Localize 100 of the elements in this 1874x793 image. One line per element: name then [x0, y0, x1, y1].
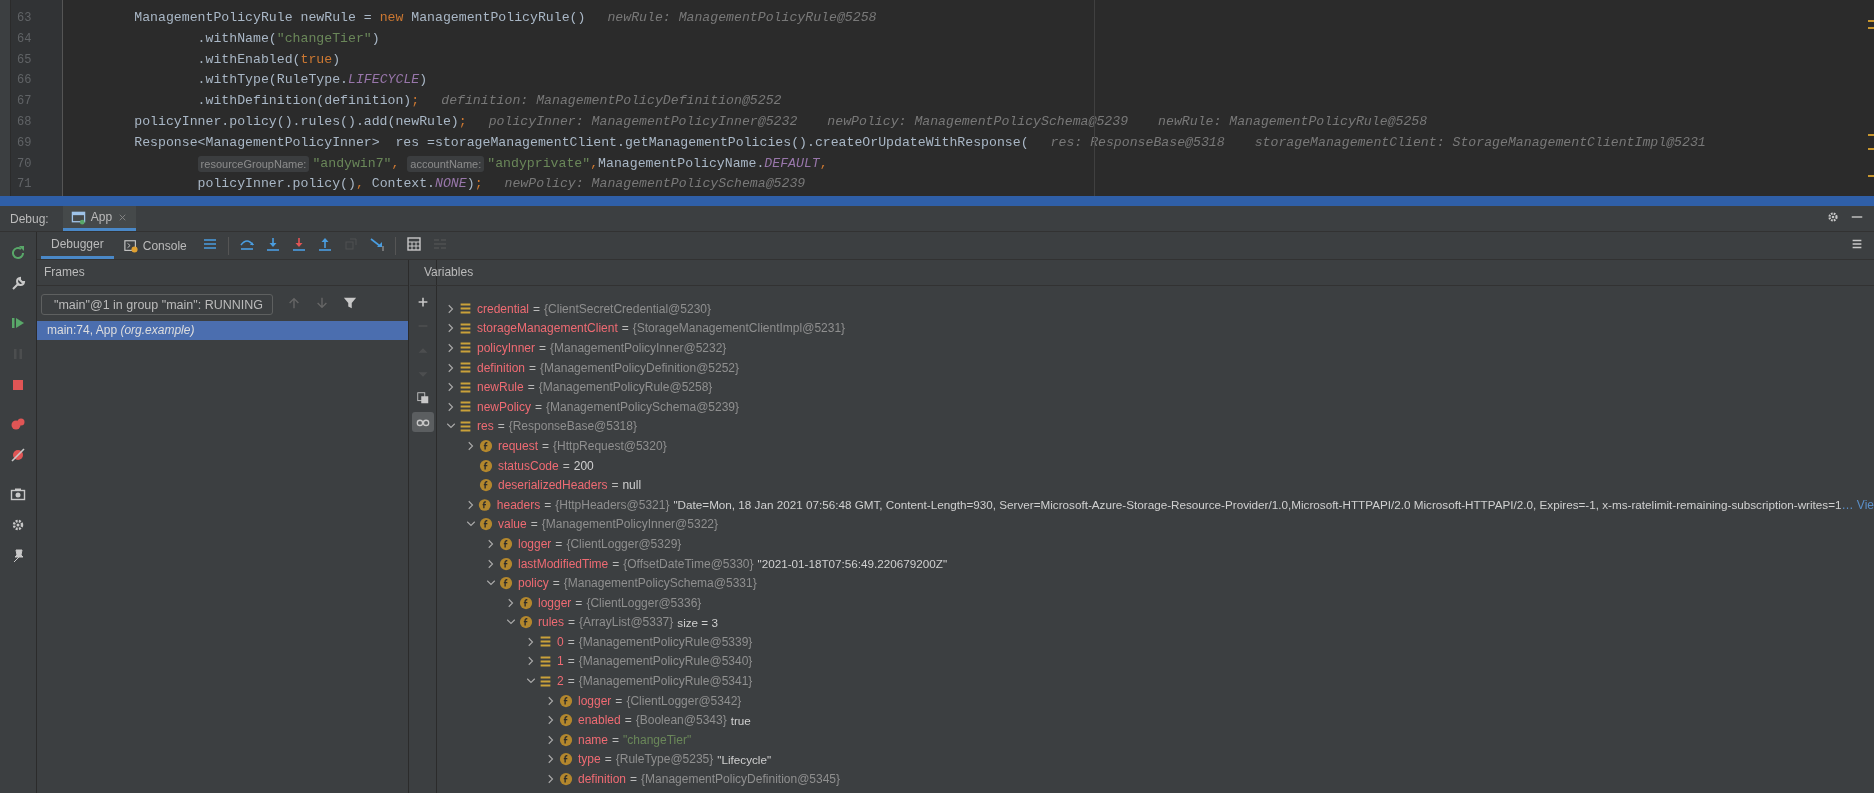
- rerun-icon[interactable]: [10, 245, 26, 261]
- settings-icon[interactable]: [10, 517, 26, 533]
- equals-sign: =: [552, 576, 560, 591]
- inline-value-hint: newRule: ManagementPolicyRule@5258: [1158, 113, 1428, 131]
- variable-icon: [459, 380, 472, 394]
- field-icon: [479, 478, 493, 493]
- code-constant: DEFAULT: [764, 154, 820, 173]
- step-out-icon[interactable]: [316, 236, 333, 252]
- force-step-into-icon[interactable]: [290, 236, 307, 252]
- equals-sign: =: [567, 674, 575, 689]
- menu-icon[interactable]: [1850, 237, 1864, 251]
- variable-value: {ManagementPolicyRule@5258}: [538, 380, 713, 395]
- value-text: size = 3: [677, 615, 718, 629]
- value-text: "2021-01-18T07:56:49.220679200Z": [757, 557, 948, 570]
- field-icon: [479, 438, 493, 453]
- equals-sign: =: [562, 458, 570, 473]
- field-icon: [559, 752, 573, 767]
- settings-icon[interactable]: [1826, 210, 1840, 224]
- variable-value: {RuleType@5235}: [615, 752, 714, 767]
- code-string: "andywin7": [312, 154, 392, 173]
- field-icon: [499, 536, 513, 551]
- code-keyword: ,: [391, 154, 401, 173]
- step-into-icon[interactable]: [264, 236, 281, 252]
- variable-value: {ManagementPolicySchema@5331}: [563, 576, 757, 591]
- code-string: "andyprivate": [487, 154, 591, 173]
- thread-dropdown[interactable]: "main"@1 in group "main": RUNNING: [41, 294, 273, 315]
- parameter-hint: accountName:: [407, 155, 485, 172]
- variable-value: {HttpRequest@5320}: [553, 438, 667, 453]
- menu-icon[interactable]: [201, 236, 218, 252]
- equals-sign: =: [612, 732, 620, 747]
- code-keyword: ;: [411, 92, 420, 111]
- window-icon: [70, 209, 86, 225]
- variable-value: "changeTier": [623, 732, 692, 747]
- variable-icon: [459, 361, 472, 375]
- variable-name: policy: [518, 576, 549, 591]
- equals-sign: =: [615, 693, 623, 708]
- calculator-icon[interactable]: [405, 236, 422, 252]
- code-text: .withName(: [197, 29, 277, 48]
- code-keyword: ,: [590, 154, 599, 173]
- code-text: ): [371, 29, 380, 48]
- variable-icon: [459, 302, 472, 316]
- variable-name: newRule: [477, 380, 524, 395]
- run-to-cursor-icon[interactable]: [368, 236, 385, 252]
- variable-value: {ClientLogger@5342}: [626, 693, 742, 708]
- variable-name: newPolicy: [477, 399, 532, 414]
- variable-value: {ManagementPolicySchema@5239}: [546, 399, 739, 414]
- code-text: ): [466, 175, 475, 194]
- resume-icon[interactable]: [10, 315, 26, 331]
- code-keyword: true: [300, 50, 333, 69]
- inline-value-hint: newRule: ManagementPolicyRule@5258: [607, 9, 877, 27]
- value-text: true: [730, 713, 751, 727]
- variable-icon: [539, 635, 552, 649]
- breakpoints-icon[interactable]: [10, 416, 26, 432]
- stop-icon[interactable]: [10, 377, 26, 393]
- variable-name: request: [498, 438, 539, 453]
- glasses-button[interactable]: [411, 412, 434, 432]
- variable-value: null: [622, 478, 642, 493]
- variable-icon: [459, 341, 472, 355]
- field-icon: [499, 556, 513, 571]
- panel-title: Variables: [424, 265, 474, 279]
- filter-icon[interactable]: [343, 296, 357, 310]
- variable-value: {ManagementPolicyInner@5322}: [541, 517, 718, 532]
- equals-sign: =: [530, 517, 538, 532]
- variable-icon: [459, 419, 472, 433]
- variable-name: logger: [518, 536, 552, 551]
- view-link[interactable]: … Vie: [1841, 497, 1874, 512]
- inline-value-hint: policyInner: ManagementPolicyInner@5232: [488, 113, 798, 131]
- variable-name: definition: [477, 360, 526, 375]
- equals-sign: =: [555, 536, 563, 551]
- debugger-tab[interactable]: Debugger: [41, 232, 114, 259]
- code-text: Context.: [370, 175, 436, 194]
- wrench-icon[interactable]: [10, 276, 26, 292]
- variable-name: headers: [496, 497, 541, 512]
- stack-frame[interactable]: main:74, App (org.example): [37, 321, 408, 340]
- equals-sign: =: [612, 556, 620, 571]
- field-icon: [479, 517, 493, 532]
- variable-name: 1: [557, 654, 564, 669]
- variable-value: {ManagementPolicyRule@5339}: [578, 634, 753, 649]
- equals-sign: =: [497, 419, 505, 434]
- field-icon: [559, 693, 573, 708]
- code-text: ): [419, 71, 428, 90]
- mute-breakpoints-icon[interactable]: [10, 447, 26, 463]
- inline-value-hint: res: ResponseBase@5318: [1050, 133, 1225, 152]
- variable-name: value: [498, 517, 527, 532]
- equals-sign: =: [575, 595, 583, 610]
- variable-icon: [459, 400, 472, 414]
- debugger-tab[interactable]: Console: [113, 232, 197, 259]
- equals-sign: =: [535, 399, 543, 414]
- code-text: Response<ManagementPolicyInner> res =storageManagementClient.getManagementPolicies().createOrUpdateWithResponse(: [134, 133, 1029, 152]
- equals-sign: =: [544, 497, 552, 512]
- value-text: "Date=Mon, 18 Jan 2021 07:56:48 GMT, Content-Length=930, Server=Microsoft-Azure-Storage-Resource-Provider/1.0,Microsoft-HTTPAPI/2.0 Microsoft-HTTPAPI/2.0, Expires=-1, x-ms-ratelimit-remaining-subscription-writes=1: [673, 498, 1842, 512]
- code-text: policyInner.policy(): [197, 175, 356, 194]
- code-keyword: ;: [458, 113, 467, 131]
- camera-icon[interactable]: [10, 486, 26, 502]
- inline-value-hint: definition: ManagementPolicyDefinition@5252: [441, 92, 782, 111]
- variable-value: {Boolean@5343}: [635, 713, 727, 728]
- debug-session-tab[interactable]: App: [62, 206, 137, 231]
- variable-name: 0: [557, 634, 564, 649]
- variable-name: name: [578, 732, 609, 747]
- variable-name: logger: [538, 595, 572, 610]
